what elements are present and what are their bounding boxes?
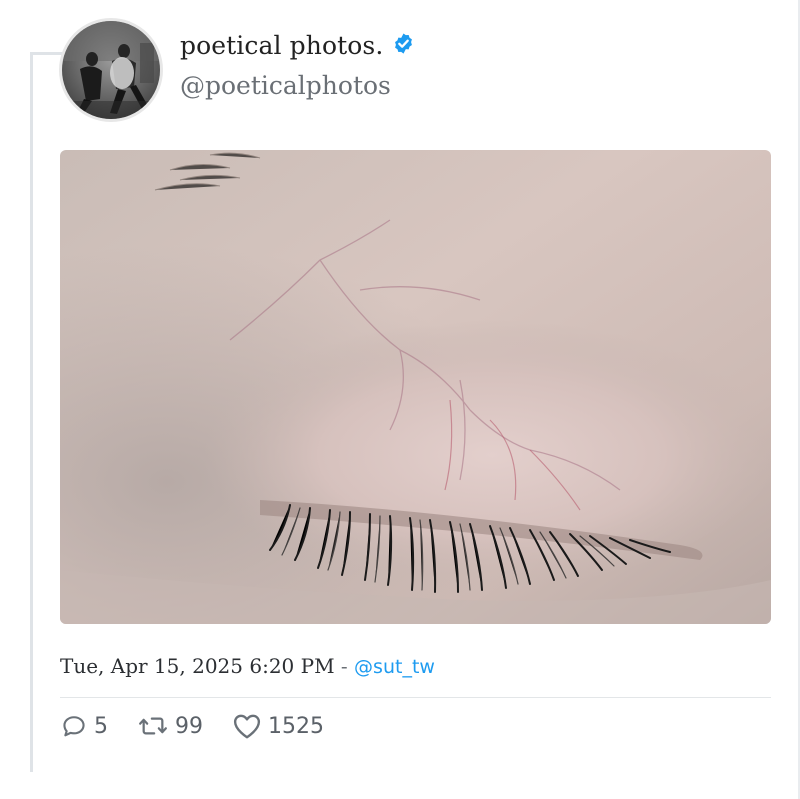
display-name[interactable]: poetical photos. (180, 31, 383, 60)
divider (60, 697, 771, 698)
verified-badge-icon (392, 32, 415, 59)
reply-button[interactable]: 5 (60, 712, 108, 740)
reply-count: 5 (94, 713, 108, 739)
reply-icon (60, 712, 88, 740)
avatar[interactable] (62, 21, 160, 119)
retweet-count: 99 (175, 713, 203, 739)
heart-icon (232, 712, 262, 740)
mention-link[interactable]: @sut_tw (354, 656, 435, 678)
retweet-icon (137, 712, 169, 740)
like-count: 1525 (268, 713, 324, 739)
retweet-button[interactable]: 99 (137, 712, 203, 740)
timestamp[interactable]: Tue, Apr 15, 2025 6:20 PM (60, 654, 335, 678)
meta-separator: - (334, 654, 355, 678)
handle[interactable]: @poeticalphotos (180, 71, 391, 100)
eye-photo (60, 150, 771, 624)
thread-line-connector (30, 52, 63, 55)
tweet-photo[interactable] (60, 150, 771, 624)
name-row: poetical photos. (180, 31, 415, 60)
action-bar: 5 99 1525 (60, 712, 353, 740)
thread-line (30, 52, 33, 772)
tweet-meta: Tue, Apr 15, 2025 6:20 PM - @sut_tw (60, 654, 435, 678)
avatar-image (62, 21, 160, 119)
like-button[interactable]: 1525 (232, 712, 324, 740)
